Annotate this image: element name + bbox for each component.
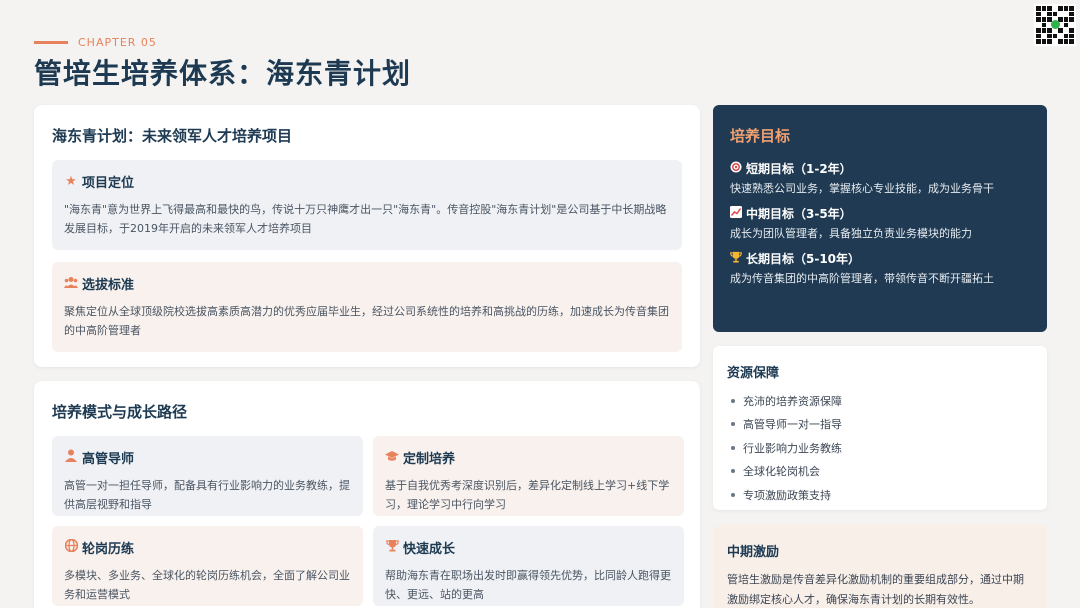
incentive-title: 中期激励 <box>727 545 780 560</box>
trophy-icon <box>730 251 744 266</box>
mentor-icon <box>64 449 78 466</box>
fast-growth-heading: 快速成长 <box>403 542 456 557</box>
resources-panel: 资源保障 充沛的培养资源保障 高管导师一对一指导 行业影响力业务教练 全球化轮岗… <box>713 346 1047 510</box>
chapter-label: CHAPTER 05 <box>34 36 157 49</box>
chart-up-icon <box>730 206 744 221</box>
mid-term-goal: 中期目标（3-5年） 成长为团队管理者，具备独立负责业务模块的能力 <box>730 205 1030 241</box>
selection-text: 聚焦定位从全球顶级院校选拔高素质高潜力的优秀应届毕业生，经过公司系统性的培养和高… <box>64 305 669 337</box>
list-item: 充沛的培养资源保障 <box>727 389 1033 413</box>
long-term-goal: 长期目标（5-10年） 成为传音集团的中高阶管理者，带领传音不断开疆拓土 <box>730 250 1030 286</box>
long-term-text: 成为传音集团的中高阶管理者，带领传音不断开疆拓土 <box>730 272 994 285</box>
rotation-box: 轮岗历练 多模块、多业务、全球化的轮岗历练机会，全面了解公司业务和运营模式 <box>52 526 363 606</box>
custom-training-box: 定制培养 基于自我优秀考深度识别后，差异化定制线上学习+线下学习，理论学习中行向… <box>373 436 684 516</box>
incentive-text: 管培生激励是传音差异化激励机制的重要组成部分，通过中期激励绑定核心人才，确保海东… <box>727 573 1024 606</box>
list-item: 行业影响力业务教练 <box>727 436 1033 460</box>
users-icon <box>64 276 78 292</box>
list-item: 全球化轮岗机会 <box>727 460 1033 484</box>
incentive-panel: 中期激励 管培生激励是传音差异化激励机制的重要组成部分，通过中期激励绑定核心人才… <box>713 525 1047 608</box>
qr-code <box>1034 4 1076 46</box>
mentor-heading: 高管导师 <box>82 452 135 467</box>
positioning-text: "海东青"意为世界上飞得最高和最快的鸟，传说十万只神鹰才出一只"海东青"。传音控… <box>64 203 667 235</box>
chapter-accent-line <box>34 41 68 44</box>
custom-training-heading: 定制培养 <box>403 452 456 467</box>
custom-training-text: 基于自我优秀考深度识别后，差异化定制线上学习+线下学习，理论学习中行向学习 <box>385 479 670 511</box>
program-card-title: 海东青计划：未来领军人才培养项目 <box>52 127 293 145</box>
rotation-text: 多模块、多业务、全球化的轮岗历练机会，全面了解公司业务和运营模式 <box>64 569 350 601</box>
target-icon <box>730 161 744 176</box>
long-term-heading: 长期目标（5-10年） <box>746 252 861 266</box>
mentor-box: 高管导师 高管一对一担任导师，配备具有行业影响力的业务教练，提供高层视野和指导 <box>52 436 363 516</box>
globe-icon <box>64 538 78 556</box>
graduation-cap-icon <box>385 450 399 466</box>
short-term-text: 快速熟悉公司业务，掌握核心专业技能，成为业务骨干 <box>730 182 994 195</box>
rotation-heading: 轮岗历练 <box>82 542 135 557</box>
fast-growth-text: 帮助海东青在职场出发时即赢得领先优势，比同龄人跑得更快、更远、站的更高 <box>385 569 671 601</box>
list-item: 专项激励政策支持 <box>727 483 1033 507</box>
star-icon: ★ <box>65 174 77 189</box>
list-item: 高管导师一对一指导 <box>727 413 1033 437</box>
chapter-text: CHAPTER 05 <box>78 36 157 49</box>
selection-section: 选拔标准 聚焦定位从全球顶级院校选拔高素质高潜力的优秀应届毕业生，经过公司系统性… <box>52 262 682 352</box>
short-term-goal: 短期目标（1-2年） 快速熟悉公司业务，掌握核心专业技能，成为业务骨干 <box>730 160 1030 196</box>
growth-path-title: 培养模式与成长路径 <box>52 403 188 421</box>
mentor-text: 高管一对一担任导师，配备具有行业影响力的业务教练，提供高层视野和指导 <box>64 479 350 511</box>
resources-list: 充沛的培养资源保障 高管导师一对一指导 行业影响力业务教练 全球化轮岗机会 专项… <box>727 389 1033 507</box>
short-term-heading: 短期目标（1-2年） <box>746 162 852 176</box>
positioning-heading: 项目定位 <box>82 176 135 191</box>
page-title: 管培生培养体系：海东青计划 <box>34 57 412 90</box>
training-goals-panel: 培养目标 短期目标（1-2年） 快速熟悉公司业务，掌握核心专业技能，成为业务骨干… <box>713 105 1047 332</box>
growth-path-card: 培养模式与成长路径 高管导师 高管一对一担任导师，配备具有行业影响力的业务教练，… <box>34 381 700 608</box>
mid-term-text: 成长为团队管理者，具备独立负责业务模块的能力 <box>730 227 972 240</box>
trophy-icon <box>385 539 399 556</box>
mid-term-heading: 中期目标（3-5年） <box>746 207 852 221</box>
program-card: 海东青计划：未来领军人才培养项目 ★ 项目定位 "海东青"意为世界上飞得最高和最快… <box>34 105 700 367</box>
selection-heading: 选拔标准 <box>82 278 135 293</box>
fast-growth-box: 快速成长 帮助海东青在职场出发时即赢得领先优势，比同龄人跑得更快、更远、站的更高 <box>373 526 684 606</box>
positioning-section: ★ 项目定位 "海东青"意为世界上飞得最高和最快的鸟，传说十万只神鹰才出一只"海东… <box>52 160 682 250</box>
training-goals-title: 培养目标 <box>730 127 791 145</box>
resources-title: 资源保障 <box>727 366 780 381</box>
